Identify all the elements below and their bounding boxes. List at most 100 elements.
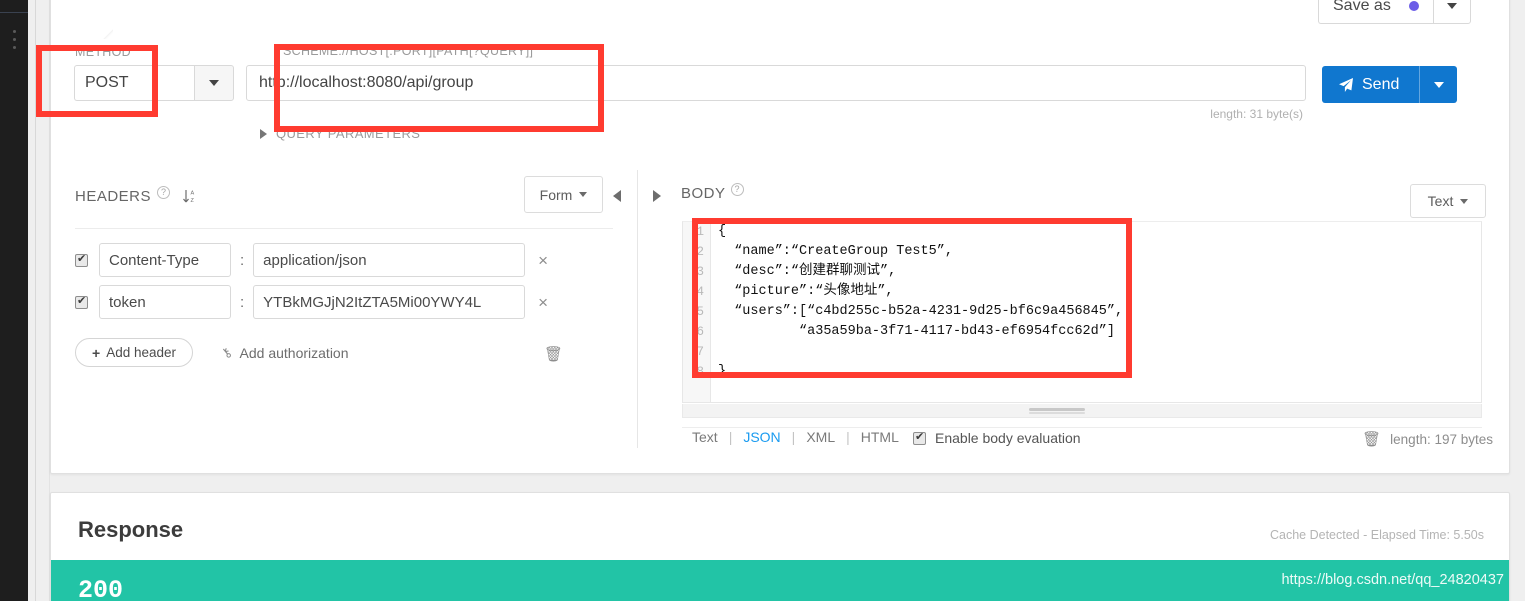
response-title: Response: [78, 517, 184, 542]
svg-text:Z: Z: [191, 198, 195, 204]
line-number: 1: [696, 225, 704, 239]
chevron-down-icon: [579, 192, 588, 197]
save-as-label: Save as: [1333, 0, 1391, 14]
send-label: Send: [1362, 75, 1400, 93]
enable-body-evaluation-group[interactable]: Enable body evaluation: [913, 430, 1081, 446]
header-value-input[interactable]: [253, 243, 526, 277]
headers-view-mode-select[interactable]: Form: [524, 176, 603, 213]
response-status-code: 200: [78, 576, 124, 601]
save-as-dropdown-button[interactable]: [1432, 0, 1471, 24]
body-title-row: BODY ?: [681, 183, 744, 202]
url-hint-label: SCHEME://HOST[:PORT][PATH[?QUERY]]: [283, 44, 534, 58]
left-rail: [0, 0, 28, 601]
pane-splitter[interactable]: [637, 170, 638, 448]
url-length-label: length: 31 byte(s): [1210, 107, 1303, 121]
format-tab-xml[interactable]: XML: [804, 429, 837, 445]
url-input[interactable]: [246, 65, 1306, 101]
header-row: : ×: [75, 285, 548, 319]
panel-fold-corner: [51, 0, 113, 39]
chevron-down-icon: [1460, 198, 1469, 204]
line-number: 4: [696, 285, 704, 299]
headers-divider: [75, 228, 613, 229]
save-status-dot: [1408, 1, 1419, 11]
body-view-mode-select[interactable]: Text: [1410, 184, 1486, 218]
format-separator: |: [846, 429, 850, 445]
method-selector[interactable]: [74, 65, 234, 101]
body-view-mode-label: Text: [1427, 193, 1454, 209]
clear-body-icon[interactable]: 🗑: [1362, 430, 1381, 448]
header-enabled-checkbox[interactable]: [75, 252, 88, 267]
headers-title-row: HEADERS ? A Z: [75, 186, 199, 205]
code-line: “users”:[“c4bd255c-b52a-4231-9d25-bf6c9a…: [718, 304, 1124, 319]
code-line: “a35a59ba-3f71-4117-bd43-ef6954fcc62d”]: [718, 324, 1115, 339]
response-meta: Cache Detected - Elapsed Time: 5.50s: [1269, 528, 1484, 542]
left-gutter: [28, 0, 50, 601]
header-colon: :: [240, 293, 245, 311]
enable-body-evaluation-checkbox[interactable]: [913, 430, 926, 445]
collapse-left-icon[interactable]: [613, 190, 621, 202]
line-number: 6: [696, 325, 704, 339]
editor-resize-handle[interactable]: [1029, 412, 1085, 414]
format-separator: |: [791, 429, 796, 445]
line-number: 3: [696, 265, 704, 279]
response-panel: Response Cache Detected - Elapsed Time: …: [50, 492, 1510, 601]
line-number: 8: [696, 365, 704, 379]
send-dropdown-button[interactable]: [1419, 66, 1458, 103]
query-parameters-section[interactable]: QUERY PARAMETERS: [260, 126, 420, 141]
method-label: METHOD: [75, 45, 131, 59]
delete-headers-icon[interactable]: 🗑: [544, 345, 563, 363]
send-group[interactable]: Send: [1322, 66, 1458, 103]
body-editor[interactable]: 1 2 3 4 5 6 7 8 { “name”:“CreateGroup Te…: [682, 221, 1482, 403]
rail-drag-handle[interactable]: [13, 30, 16, 54]
chevron-down-icon: [1446, 3, 1457, 9]
format-tab-json[interactable]: JSON: [741, 429, 782, 445]
format-tab-html[interactable]: HTML: [859, 429, 901, 445]
chevron-right-icon[interactable]: [260, 128, 267, 139]
header-enabled-checkbox[interactable]: [75, 294, 88, 309]
save-as-button[interactable]: Save as: [1318, 0, 1433, 24]
paper-plane-icon: [1339, 77, 1353, 92]
body-format-tabs: Text | JSON | XML | HTML: [690, 429, 901, 445]
add-authorization-button[interactable]: ⚷ Add authorization: [218, 344, 349, 362]
code-line: “picture”:“头像地址”,: [718, 284, 894, 299]
headers-title: HEADERS: [75, 188, 152, 205]
send-button[interactable]: Send: [1322, 66, 1420, 103]
add-authorization-label: Add authorization: [239, 345, 349, 361]
query-parameters-label: QUERY PARAMETERS: [276, 126, 421, 141]
save-as-group[interactable]: Save as: [1318, 0, 1471, 24]
expand-right-icon[interactable]: [653, 190, 661, 202]
editor-line-numbers: 1 2 3 4 5 6 7 8: [683, 222, 711, 402]
code-line: “name”:“CreateGroup Test5”,: [718, 244, 953, 259]
app-root: Save as METHOD SCHEME://HOST[:PORT][PATH…: [0, 0, 1525, 601]
watermark-url: https://blog.csdn.net/qq_24820437: [1281, 572, 1504, 588]
add-header-button[interactable]: + Add header: [75, 338, 193, 367]
headers-view-mode-label: Form: [539, 186, 573, 203]
help-icon[interactable]: ?: [157, 186, 171, 199]
svg-text:A: A: [191, 191, 195, 197]
sort-az-icon[interactable]: A Z: [182, 188, 199, 205]
editor-hscrollbar-track[interactable]: [682, 404, 1482, 418]
header-key-input[interactable]: [99, 285, 231, 319]
help-icon[interactable]: ?: [730, 183, 744, 196]
add-header-label: Add header: [106, 345, 176, 360]
remove-header-icon[interactable]: ×: [538, 252, 548, 269]
method-input[interactable]: [74, 65, 194, 101]
format-tab-text[interactable]: Text: [690, 429, 720, 445]
body-footer-divider: [682, 427, 1482, 428]
header-value-input[interactable]: [253, 285, 526, 319]
rail-divider: [0, 12, 28, 13]
remove-header-icon[interactable]: ×: [538, 294, 548, 311]
code-line: “desc”:“创建群聊测试”,: [718, 264, 897, 279]
chevron-down-icon: [1433, 81, 1444, 88]
gutter-line: [35, 0, 36, 601]
editor-code[interactable]: { “name”:“CreateGroup Test5”, “desc”:“创建…: [712, 222, 1481, 402]
headers-pane: HEADERS ? A Z Form : × :: [51, 170, 637, 480]
method-dropdown-button[interactable]: [194, 65, 234, 101]
response-status-bar: 200 https://blog.csdn.net/qq_24820437: [51, 560, 1509, 601]
editor-hscrollbar-thumb[interactable]: [1029, 408, 1085, 411]
plus-icon: +: [92, 344, 101, 361]
code-line: }: [718, 364, 727, 379]
header-key-input[interactable]: [99, 243, 231, 277]
body-length-group: 🗑 length: 197 bytes: [1362, 430, 1493, 448]
